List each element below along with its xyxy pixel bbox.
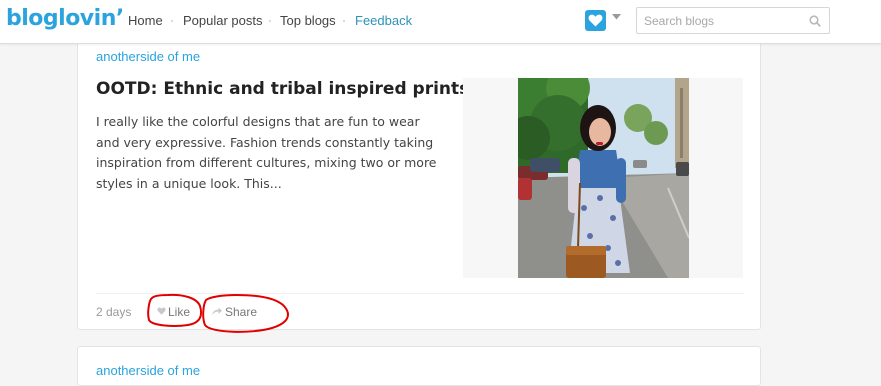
search-icon[interactable] (809, 15, 821, 27)
favorites-button[interactable] (585, 10, 606, 31)
post-card: anotherside of me (77, 346, 761, 386)
post-excerpt: I really like the colorful designs that … (96, 114, 437, 191)
share-button[interactable]: Share (212, 305, 258, 319)
nav-feedback[interactable]: Feedback (355, 13, 412, 28)
like-heart-icon (157, 307, 166, 315)
search-box (636, 7, 830, 34)
card-divider (96, 293, 744, 294)
share-label: Share (225, 305, 258, 319)
nav-separator (269, 20, 271, 22)
nav-separator (343, 20, 345, 22)
like-button[interactable]: Like (157, 305, 191, 319)
nav-top-blogs[interactable]: Top blogs (280, 13, 336, 28)
heart-icon (588, 14, 603, 27)
logo[interactable]: bloglovin’ (6, 6, 124, 31)
like-label: Like (168, 305, 191, 319)
blog-name-link[interactable]: anotherside of me (96, 49, 200, 64)
post-title[interactable]: OOTD: Ethnic and tribal inspired prints (96, 79, 469, 99)
post-photo-illustration (518, 78, 689, 278)
nav-separator (171, 20, 173, 22)
search-input[interactable] (637, 8, 809, 33)
top-navigation-bar: bloglovin’ Home Popular posts Top blogs … (0, 0, 881, 44)
post-card: anotherside of me OOTD: Ethnic and triba… (77, 30, 761, 330)
blog-name-link[interactable]: anotherside of me (96, 363, 200, 378)
share-arrow-icon (212, 307, 222, 315)
post-timestamp: 2 days (96, 305, 132, 319)
chevron-down-icon[interactable] (612, 14, 621, 20)
nav-home[interactable]: Home (128, 13, 163, 28)
post-image[interactable] (518, 78, 689, 278)
nav-popular-posts[interactable]: Popular posts (183, 13, 263, 28)
